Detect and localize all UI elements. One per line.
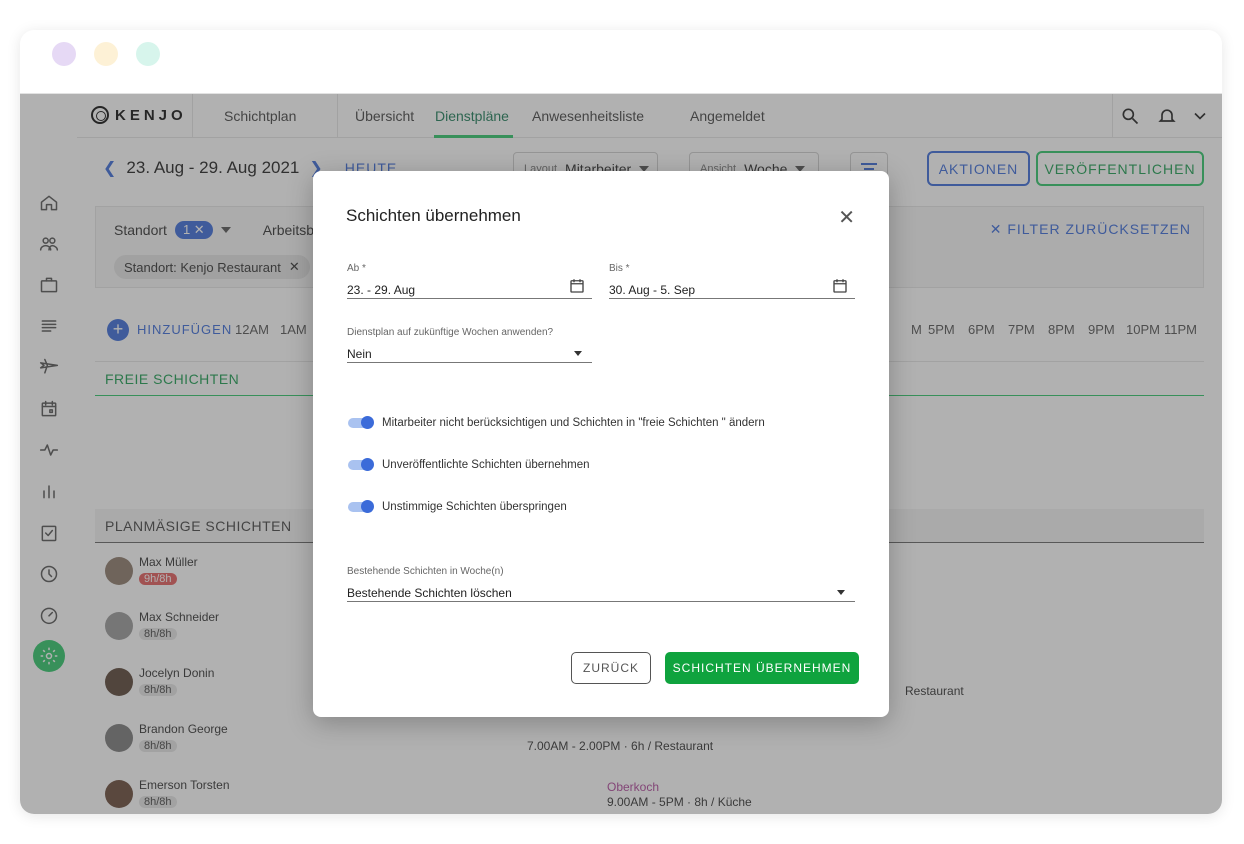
toggle-switch[interactable] xyxy=(348,500,374,513)
window-dot-2[interactable] xyxy=(94,42,118,66)
dialog-title: Schichten übernehmen xyxy=(346,206,521,225)
toggle-switch[interactable] xyxy=(348,458,374,471)
toggle-copy-unpublished[interactable]: Unveröffentlichte Schichten übernehmen xyxy=(348,458,590,471)
caret-down-icon xyxy=(837,590,845,595)
back-button[interactable]: ZURÜCK xyxy=(571,652,651,684)
copy-shifts-dialog: Schichten übernehmen ✕ Ab * 23. - 29. Au… xyxy=(313,171,889,717)
from-week-field[interactable]: Ab * 23. - 29. Aug xyxy=(347,263,592,299)
caret-down-icon xyxy=(574,351,582,356)
existing-shifts-select[interactable]: Bestehende Schichten in Woche(n) Bestehe… xyxy=(347,566,855,602)
toggle-unassign-employees[interactable]: Mitarbeiter nicht berücksichtigen und Sc… xyxy=(348,416,765,429)
copy-shifts-button[interactable]: SCHICHTEN ÜBERNEHMEN xyxy=(665,652,859,684)
window-dot-1[interactable] xyxy=(52,42,76,66)
window-controls xyxy=(52,42,160,66)
window-dot-3[interactable] xyxy=(136,42,160,66)
calendar-icon[interactable] xyxy=(831,277,849,295)
toggle-switch[interactable] xyxy=(348,416,374,429)
toggle-skip-conflicts[interactable]: Unstimmige Schichten überspringen xyxy=(348,500,567,513)
calendar-icon[interactable] xyxy=(568,277,586,295)
apply-future-weeks-select[interactable]: Dienstplan auf zukünftige Wochen anwende… xyxy=(347,327,592,363)
to-week-field[interactable]: Bis * 30. Aug - 5. Sep xyxy=(609,263,855,299)
close-icon[interactable]: ✕ xyxy=(838,205,855,230)
